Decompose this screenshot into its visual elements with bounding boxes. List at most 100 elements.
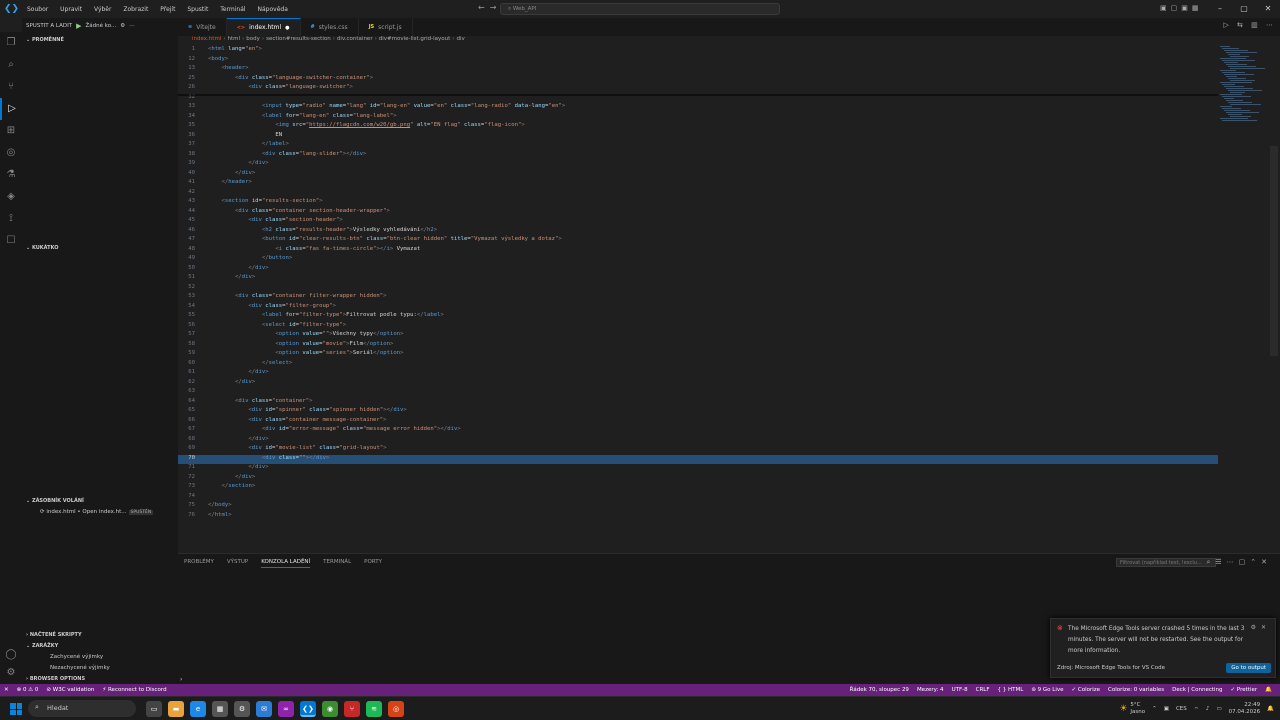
- code-line[interactable]: 55 <label for="filter-type">Filtrovat po…: [178, 312, 1218, 322]
- code-line[interactable]: 41 </header>: [178, 179, 1218, 189]
- testing-icon[interactable]: ⚗: [0, 164, 22, 186]
- cursor-position[interactable]: Řádek 70, sloupec 29: [850, 687, 909, 693]
- edge-icon[interactable]: e: [190, 701, 206, 717]
- windows-start-icon[interactable]: [10, 703, 22, 715]
- colorize-variables[interactable]: Colorize: 0 variables: [1108, 687, 1164, 693]
- tab-script-js[interactable]: JS script.js: [359, 18, 413, 36]
- code-line[interactable]: 25 <div class="language-switcher-contain…: [178, 75, 1218, 85]
- weather-widget[interactable]: ☀ 5°C Jasno: [1119, 702, 1145, 716]
- chrome-icon[interactable]: ◉: [322, 701, 338, 717]
- code-line[interactable]: 43 <section id="results-section">: [178, 198, 1218, 208]
- encoding[interactable]: UTF-8: [952, 687, 968, 693]
- task-view-icon[interactable]: ▭: [146, 701, 162, 717]
- browser-options-section[interactable]: › BROWSER OPTIONS: [26, 676, 85, 682]
- deck-status[interactable]: Deck | Connecting: [1172, 687, 1222, 693]
- breadcrumb-item[interactable]: index.html: [192, 36, 221, 42]
- tab-problems[interactable]: PROBLÉMY: [184, 559, 214, 568]
- source-control-icon[interactable]: ⑂: [0, 76, 22, 98]
- code-line[interactable]: 39 </div>: [178, 160, 1218, 170]
- code-line[interactable]: 69 <div id="movie-list" class="grid-layo…: [178, 445, 1218, 455]
- menu-go[interactable]: Přejít: [160, 6, 175, 13]
- discord-reconnect[interactable]: ⚡ Reconnect to Discord: [102, 687, 166, 693]
- tray-chevron-icon[interactable]: ⌃: [1152, 706, 1157, 712]
- code-line[interactable]: 46 <h2 class="results-header">Výsledky v…: [178, 227, 1218, 237]
- code-line[interactable]: 13 <header>: [178, 65, 1218, 75]
- explorer-icon[interactable]: ❐: [0, 32, 22, 54]
- uncaught-exceptions-item[interactable]: Nezachycené výjimky: [50, 665, 110, 671]
- code-line[interactable]: 48 <i class="fas fa-times-circle"></i> V…: [178, 246, 1218, 256]
- tab-output[interactable]: VÝSTUP: [227, 559, 248, 568]
- prettier[interactable]: ✓ Prettier: [1231, 687, 1258, 693]
- settings-icon[interactable]: ⚙: [234, 701, 250, 717]
- code-line[interactable]: 62 </div>: [178, 379, 1218, 389]
- code-line[interactable]: 64 <div class="container">: [178, 398, 1218, 408]
- extensions-icon[interactable]: ⊞: [0, 120, 22, 142]
- code-line[interactable]: 59 <option value="series">Seriál</option…: [178, 350, 1218, 360]
- config-gear-icon[interactable]: ⚙: [120, 23, 125, 29]
- clock[interactable]: 22:49 07.04.2026: [1229, 702, 1261, 716]
- code-line[interactable]: 67 <div id="error-message" class="messag…: [178, 426, 1218, 436]
- code-line[interactable]: 45 <div class="section-header">: [178, 217, 1218, 227]
- tab-ports[interactable]: PORTY: [364, 559, 382, 568]
- code-line[interactable]: 33 <input type="radio" name="lang" id="l…: [178, 103, 1218, 113]
- code-line[interactable]: 73 </section>: [178, 483, 1218, 493]
- more-actions-icon[interactable]: ⋯: [129, 23, 135, 29]
- code-line[interactable]: 42: [178, 189, 1218, 199]
- file-explorer-icon[interactable]: ▬: [168, 701, 184, 717]
- code-line[interactable]: 38 <div class="lang-slider"></div>: [178, 151, 1218, 161]
- command-center-search[interactable]: ⌕ Web_API: [500, 3, 780, 15]
- callstack-section[interactable]: ⌄ ZÁSOBNÍK VOLÁNÍ: [26, 498, 84, 504]
- search-icon[interactable]: ⌕: [0, 54, 22, 76]
- menu-file[interactable]: Soubor: [27, 6, 48, 13]
- notification-center-icon[interactable]: 🔔: [1267, 706, 1274, 712]
- callstack-item[interactable]: ⟳ index.html • Open index.ht... SPUŠTĚN: [40, 509, 154, 515]
- watch-section[interactable]: ⌄ KUKÁTKO: [26, 245, 58, 251]
- variables-section[interactable]: ⌄ PROMĚNNÉ: [26, 37, 64, 43]
- minimize-icon[interactable]: –: [1208, 0, 1232, 18]
- settings-gear-icon[interactable]: ⚙: [0, 662, 22, 684]
- chat-icon[interactable]: ☐: [0, 230, 22, 252]
- menu-terminal[interactable]: Terminál: [220, 6, 245, 13]
- breakpoints-section[interactable]: ⌄ ZARÁŽKY: [26, 643, 58, 649]
- code-line[interactable]: 71 </div>: [178, 464, 1218, 474]
- editor-actions[interactable]: ▷ ⇆ ▥ ⋯: [1223, 21, 1276, 29]
- start-debugging-icon[interactable]: ▶: [76, 22, 81, 30]
- breadcrumb-item[interactable]: div#movie-list.grid-layout: [379, 36, 451, 42]
- breadcrumb-item[interactable]: section#results-section: [266, 36, 331, 42]
- code-line[interactable]: 12 <body>: [178, 56, 1218, 66]
- code-line[interactable]: 66 <div class="container message-contain…: [178, 417, 1218, 427]
- loaded-scripts-section[interactable]: › NAČTENÉ SKRIPTY: [26, 632, 82, 638]
- breadcrumb-item[interactable]: div: [456, 36, 464, 42]
- colorize[interactable]: ✓ Colorize: [1072, 687, 1101, 693]
- battery-icon[interactable]: ▭: [1216, 706, 1221, 712]
- code-line[interactable]: 47 <button id="clear-results-btn" class=…: [178, 236, 1218, 246]
- close-icon[interactable]: ✕: [1256, 0, 1280, 18]
- remote-icon[interactable]: ◎: [0, 142, 22, 164]
- menu-run[interactable]: Spustit: [187, 6, 208, 13]
- menu-selection[interactable]: Výběr: [94, 6, 111, 13]
- maximize-icon[interactable]: ▢: [1232, 0, 1256, 18]
- timeline-icon[interactable]: ⟟: [0, 208, 22, 230]
- tab-terminal[interactable]: TERMINÁL: [323, 559, 351, 568]
- menu-help[interactable]: Nápověda: [258, 6, 288, 13]
- browser-icon[interactable]: ◎: [388, 701, 404, 717]
- visual-studio-icon[interactable]: ∞: [278, 701, 294, 717]
- launch-config-select[interactable]: Žádné ko...: [86, 23, 117, 29]
- language-mode[interactable]: { } HTML: [998, 687, 1024, 693]
- indentation[interactable]: Mezery: 4: [917, 687, 944, 693]
- breadcrumb-item[interactable]: div.container: [337, 36, 373, 42]
- code-line[interactable]: 72 </div>: [178, 474, 1218, 484]
- go-live[interactable]: ⊚ 9 Go Live: [1031, 687, 1063, 693]
- store-icon[interactable]: ▦: [212, 701, 228, 717]
- vscode-icon[interactable]: ❮❯: [300, 701, 316, 717]
- code-line[interactable]: 53 <div class="container filter-wrapper …: [178, 293, 1218, 303]
- code-line[interactable]: 37 </label>: [178, 141, 1218, 151]
- code-line[interactable]: 52: [178, 284, 1218, 294]
- breadcrumb-item[interactable]: html: [228, 36, 241, 42]
- code-line[interactable]: 60 </select>: [178, 360, 1218, 370]
- input-language[interactable]: CES: [1176, 706, 1187, 712]
- code-line[interactable]: 68 </div>: [178, 436, 1218, 446]
- go-to-output-button[interactable]: Go to output: [1226, 663, 1271, 673]
- breadcrumb-item[interactable]: body: [246, 36, 260, 42]
- problems-count[interactable]: ⊗ 0 ⚠ 0: [17, 687, 39, 693]
